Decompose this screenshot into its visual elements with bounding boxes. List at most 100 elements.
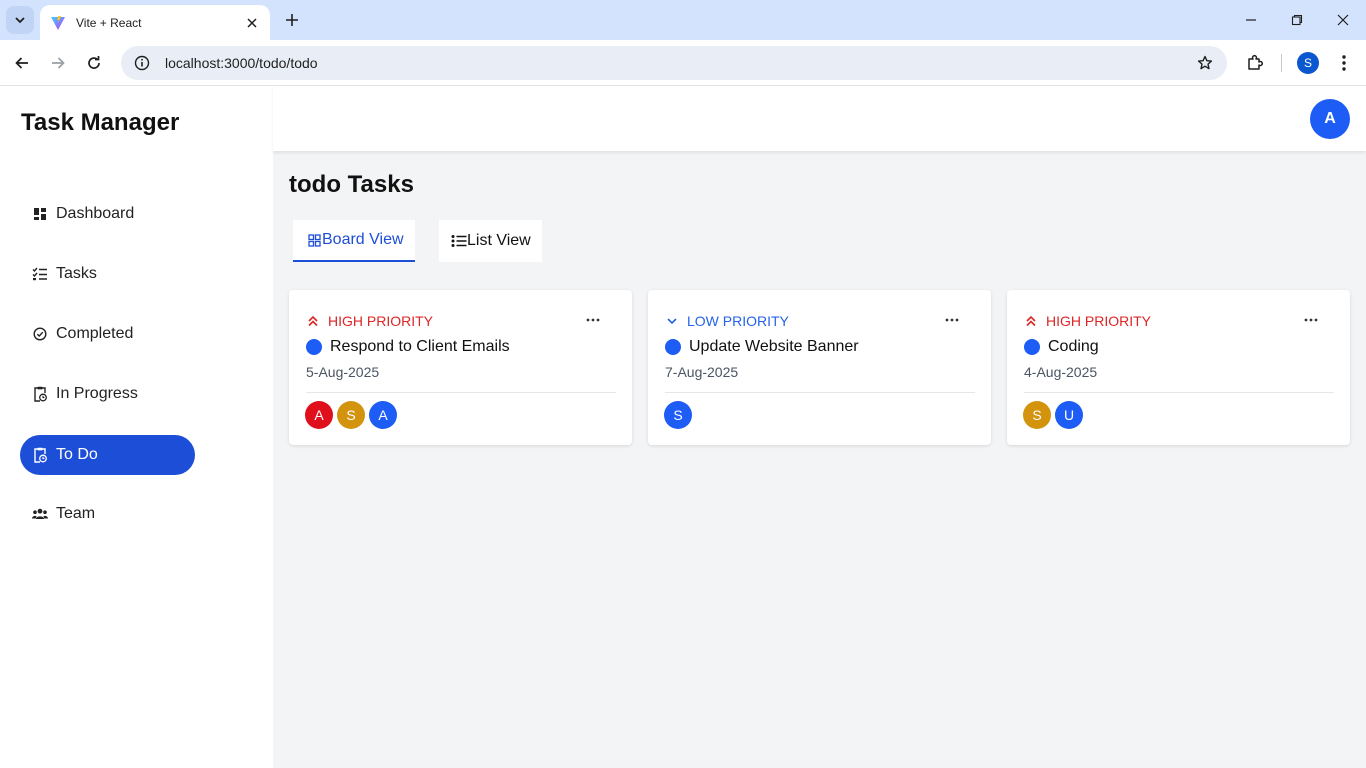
assignee-avatar[interactable]: U xyxy=(1055,401,1083,429)
task-card[interactable]: HIGH PRIORITY Respond to Client Emails 5… xyxy=(289,290,632,445)
sidebar-item-label: Tasks xyxy=(56,265,97,282)
dashboard-icon xyxy=(32,206,48,222)
card-title-row: Update Website Banner xyxy=(665,338,859,356)
restore-icon xyxy=(1291,14,1303,26)
sidebar-item-completed[interactable]: Completed xyxy=(20,314,195,354)
plus-icon xyxy=(286,14,298,26)
page-title: todo Tasks xyxy=(289,171,414,198)
card-menu-icon[interactable] xyxy=(942,312,962,328)
sidebar-item-dashboard[interactable]: Dashboard xyxy=(20,194,195,234)
chevron-down-icon xyxy=(15,17,25,24)
assignee-list: A S A xyxy=(305,401,401,429)
priority-label: HIGH PRIORITY xyxy=(306,313,433,329)
card-title[interactable]: Update Website Banner xyxy=(689,338,859,356)
clipboard-clock-icon xyxy=(32,447,48,463)
users-icon xyxy=(32,506,48,522)
assignee-list: S U xyxy=(1023,401,1087,429)
close-window-button[interactable] xyxy=(1320,0,1366,40)
tab-label: List View xyxy=(467,232,531,249)
priority-label: LOW PRIORITY xyxy=(665,313,789,329)
arrow-left-icon xyxy=(15,57,28,69)
card-menu-icon[interactable] xyxy=(583,312,603,328)
card-divider xyxy=(306,392,616,393)
card-date: 4-Aug-2025 xyxy=(1024,364,1098,380)
top-header: A xyxy=(273,87,1366,151)
user-avatar[interactable]: A xyxy=(1310,99,1350,139)
reload-icon xyxy=(88,56,100,69)
brand-title: Task Manager xyxy=(21,109,180,136)
browser-profile-avatar[interactable]: S xyxy=(1297,52,1319,74)
assignee-list: S xyxy=(664,401,696,429)
task-card[interactable]: LOW PRIORITY Update Website Banner 7-Aug… xyxy=(648,290,991,445)
assignee-avatar[interactable]: A xyxy=(369,401,397,429)
address-bar[interactable]: localhost:3000/todo/todo xyxy=(121,46,1227,80)
card-divider xyxy=(665,392,975,393)
restore-button[interactable] xyxy=(1274,0,1320,40)
card-title[interactable]: Respond to Client Emails xyxy=(330,338,510,356)
assignee-avatar[interactable]: S xyxy=(1023,401,1051,429)
vite-logo-icon xyxy=(51,15,65,30)
extensions-button[interactable] xyxy=(1241,49,1269,77)
sidebar-item-todo[interactable]: To Do xyxy=(20,435,195,475)
sidebar-item-in-progress[interactable]: In Progress xyxy=(20,374,195,414)
puzzle-icon xyxy=(1248,54,1264,70)
url-text[interactable]: localhost:3000/todo/todo xyxy=(165,55,1193,71)
task-card[interactable]: HIGH PRIORITY Coding 4-Aug-2025 S U xyxy=(1007,290,1350,445)
browser-tabstrip: Vite + React xyxy=(0,0,1366,40)
priority-label: HIGH PRIORITY xyxy=(1024,313,1151,329)
double-chevron-up-icon xyxy=(1024,314,1038,328)
card-menu-icon[interactable] xyxy=(1301,312,1321,328)
back-button[interactable] xyxy=(8,49,36,77)
new-tab-button[interactable] xyxy=(280,8,304,32)
card-date: 7-Aug-2025 xyxy=(665,364,739,380)
minimize-button[interactable] xyxy=(1228,0,1274,40)
card-title-row: Coding xyxy=(1024,338,1099,356)
tab-title: Vite + React xyxy=(76,15,142,30)
sidebar: Task Manager Dashboard Tasks Completed I… xyxy=(0,87,273,768)
browser-menu-button[interactable] xyxy=(1330,49,1358,77)
close-icon xyxy=(1337,14,1349,26)
tab-list-view[interactable]: List View xyxy=(439,220,542,262)
toolbar-divider xyxy=(1281,54,1282,72)
sidebar-item-label: In Progress xyxy=(56,385,138,402)
tab-search-button[interactable] xyxy=(6,6,34,34)
minimize-icon xyxy=(1246,19,1256,21)
clipboard-clock-icon xyxy=(32,386,48,402)
main-content: todo Tasks Board View List View HIGH PRI… xyxy=(273,151,1366,768)
bookmark-star-icon[interactable] xyxy=(1193,51,1217,75)
double-chevron-up-icon xyxy=(306,314,320,328)
arrow-right-icon xyxy=(52,57,65,69)
status-dot xyxy=(665,339,681,355)
card-divider xyxy=(1024,392,1334,393)
more-vertical-icon xyxy=(1342,55,1346,71)
priority-text: HIGH PRIORITY xyxy=(1046,313,1152,329)
status-dot xyxy=(306,339,322,355)
app-root: Task Manager Dashboard Tasks Completed I… xyxy=(0,87,1366,768)
sidebar-item-team[interactable]: Team xyxy=(20,494,195,534)
card-date: 5-Aug-2025 xyxy=(306,364,380,380)
assignee-avatar[interactable]: S xyxy=(664,401,692,429)
priority-text: HIGH PRIORITY xyxy=(328,313,434,329)
assignee-avatar[interactable]: S xyxy=(337,401,365,429)
browser-toolbar: localhost:3000/todo/todo S xyxy=(0,40,1366,86)
card-title-row: Respond to Client Emails xyxy=(306,338,510,356)
assignee-avatar[interactable]: A xyxy=(305,401,333,429)
checklist-icon xyxy=(32,266,48,282)
forward-button[interactable] xyxy=(44,49,72,77)
tab-close-icon[interactable] xyxy=(244,15,260,31)
browser-tab[interactable]: Vite + React xyxy=(40,5,270,40)
card-title[interactable]: Coding xyxy=(1048,338,1099,356)
site-info-icon[interactable] xyxy=(133,54,151,72)
sidebar-item-tasks[interactable]: Tasks xyxy=(20,254,195,294)
priority-text: LOW PRIORITY xyxy=(687,313,789,329)
reload-button[interactable] xyxy=(80,49,108,77)
sidebar-item-label: Dashboard xyxy=(56,205,135,222)
list-icon xyxy=(451,233,467,249)
check-circle-icon xyxy=(32,326,48,342)
sidebar-item-label: Completed xyxy=(56,325,134,342)
sidebar-item-label: To Do xyxy=(56,446,98,463)
status-dot xyxy=(1024,339,1040,355)
tab-board-view[interactable]: Board View xyxy=(293,220,415,262)
chevron-down-icon xyxy=(665,314,679,328)
tab-label: Board View xyxy=(322,231,404,248)
